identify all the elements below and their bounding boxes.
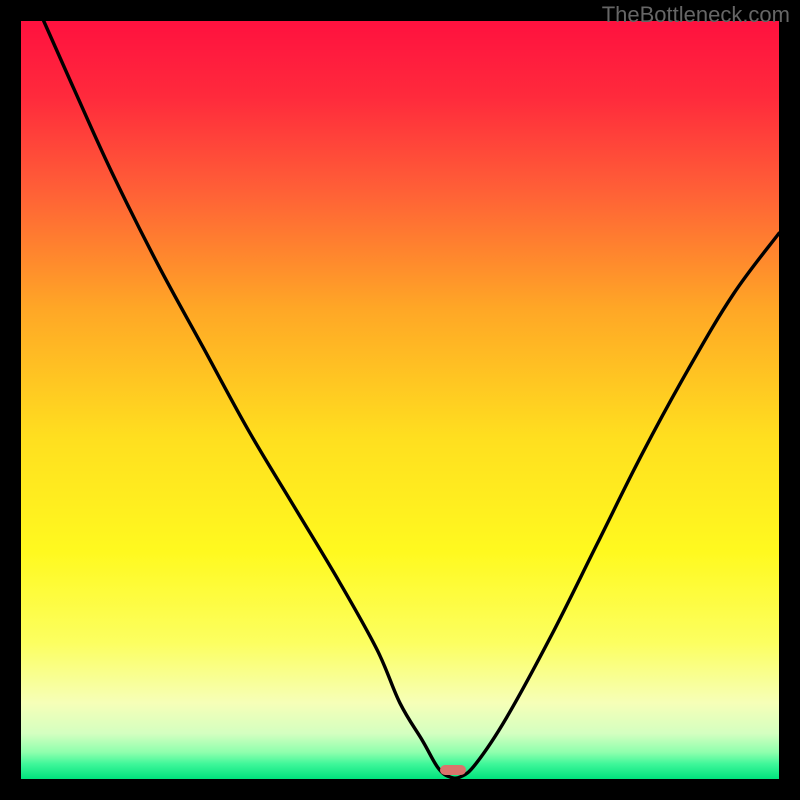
chart-container: TheBottleneck.com [0, 0, 800, 800]
optimal-marker [440, 765, 467, 775]
plot-area [21, 21, 779, 779]
bottleneck-curve [21, 21, 779, 779]
watermark-text: TheBottleneck.com [602, 2, 790, 28]
